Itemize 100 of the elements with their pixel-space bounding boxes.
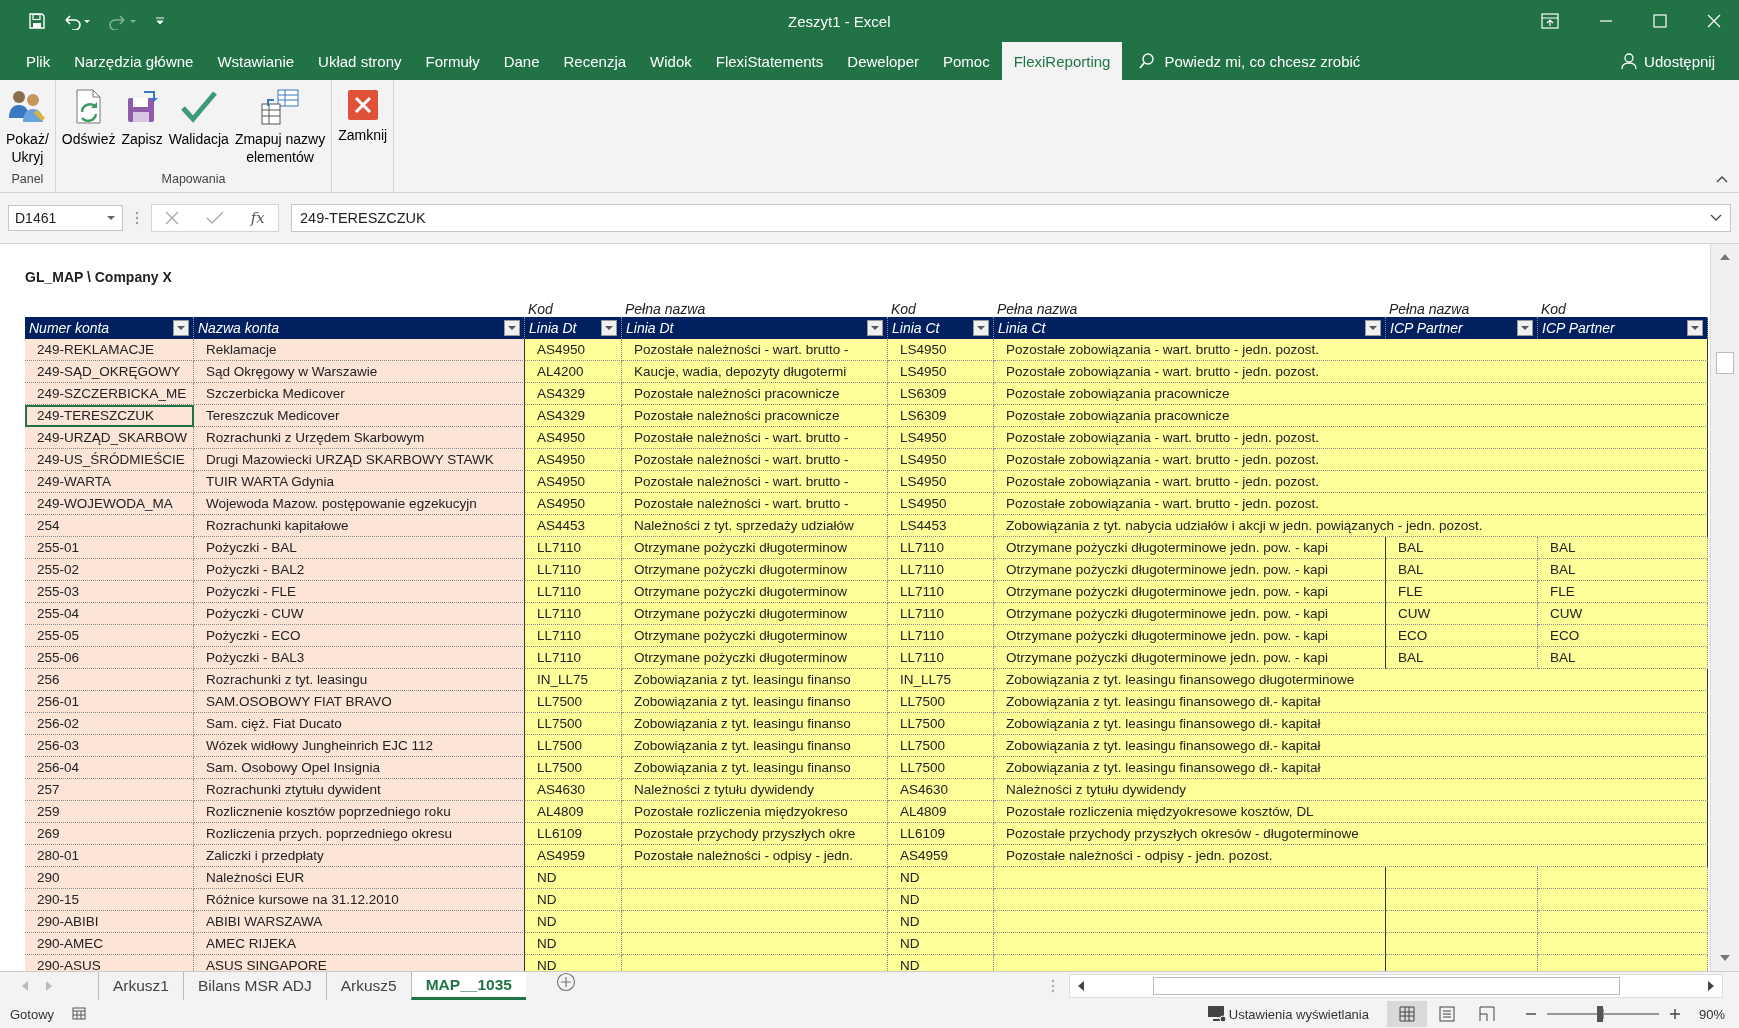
table-cell: Zobowiązania z tyt. leasingu finansowego dł.- kapitał [994, 713, 1708, 735]
table-cell: AS4950 [525, 449, 622, 471]
table-cell: AL4200 [525, 361, 622, 383]
table-cell: Zobowiązania z tyt. leasingu finansowego dł.- kapitał [994, 757, 1708, 779]
table-cell: Drugi Mazowiecki URZĄD SKARBOWY STAWK [194, 449, 525, 471]
column-header: ICP Partner [1386, 317, 1538, 339]
table-cell: 256-01 [25, 691, 194, 713]
ribbon-display-options-icon[interactable] [1541, 13, 1559, 29]
ribbon-tab[interactable]: Widok [638, 42, 704, 80]
ribbon-tab[interactable]: Układ strony [306, 42, 414, 80]
horizontal-scrollbar[interactable] [1069, 974, 1723, 998]
table-cell: 249-SZCZERBICKA_ME [25, 383, 194, 405]
column-group-label: Pełna nazwa [1389, 301, 1470, 317]
table-cell: Pozostałe przychody przyszłych okresów - długoterminowe [994, 823, 1708, 845]
macro-record-icon[interactable] [72, 1007, 89, 1021]
ribbon-tab[interactable]: Recenzja [551, 42, 639, 80]
table-cell: CUW [1386, 603, 1538, 625]
table-cell: 249-US_ŚRÓDMIEŚCIE [25, 449, 194, 471]
table-cell: AS4950 [525, 493, 622, 515]
filter-button[interactable] [1517, 320, 1533, 336]
ribbon-button[interactable]: Pokaż/ Ukryj [3, 84, 52, 172]
filter-button[interactable] [173, 320, 189, 336]
table-cell: Rozrachunki ztytułu dywident [194, 779, 525, 801]
column-group-label: Kod [1541, 301, 1566, 317]
dropdown-icon[interactable] [106, 214, 116, 222]
close-icon[interactable] [1707, 14, 1721, 28]
sheet-tab[interactable]: MAP__1035 [410, 972, 526, 1000]
ribbon-tab[interactable]: Dane [491, 42, 552, 80]
ribbon-button[interactable]: Odśwież [58, 84, 119, 172]
tell-me-search[interactable]: Powiedz mi, co chcesz zrobić [1164, 52, 1361, 70]
table-cell: SAM.OSOBOWY FIAT BRAVO [194, 691, 525, 713]
table-cell: Rozrachunki z Urzędem Skarbowym [194, 427, 525, 449]
scrollbar-thumb[interactable] [1716, 352, 1734, 374]
table-cell: AS4950 [525, 427, 622, 449]
column-group-label: Kod [891, 301, 916, 317]
table-cell: Tereszczuk Medicover [194, 405, 525, 427]
ribbon-tab[interactable]: FlexiStatements [703, 42, 836, 80]
filter-button[interactable] [504, 320, 520, 336]
undo-icon[interactable] [62, 12, 92, 30]
scroll-down-icon[interactable] [1719, 953, 1731, 963]
insert-function-button[interactable]: fx [250, 209, 265, 227]
ribbon-button[interactable]: Zmapuj nazwy elementów [231, 84, 329, 172]
ribbon-tab[interactable]: Plik [14, 42, 63, 80]
zoom-level[interactable]: 90% [1698, 1006, 1725, 1022]
table-cell: LS4950 [888, 449, 994, 471]
table-cell: Pozostałe należności - odpisy - jedn. [622, 845, 888, 867]
scroll-up-icon[interactable] [1719, 252, 1731, 262]
save-icon[interactable] [28, 12, 46, 30]
ribbon-tab[interactable]: Formuły [413, 42, 492, 80]
table-cell: AS4630 [525, 779, 622, 801]
scroll-left-icon[interactable] [1076, 980, 1086, 992]
column-header: Linia Dt [622, 317, 888, 339]
filter-button[interactable] [973, 320, 989, 336]
filter-button[interactable] [867, 320, 883, 336]
table-cell: Pożyczki - ECO [194, 625, 525, 647]
table-cell: Pozostałe należności - odpisy - jedn. pozost. [994, 845, 1708, 867]
table-cell: LL7500 [525, 691, 622, 713]
ribbon-button[interactable]: Zapisz [118, 84, 166, 172]
formula-input[interactable]: 249-TERESZCZUK [291, 204, 1731, 232]
name-box[interactable]: D1461 [8, 205, 123, 231]
table-cell: AS4950 [525, 339, 622, 361]
search-icon[interactable] [1138, 52, 1157, 70]
maximize-icon[interactable] [1653, 14, 1667, 28]
table-cell: Pożyczki - BAL [194, 537, 525, 559]
scroll-right-icon[interactable] [1706, 980, 1716, 992]
ribbon-tab[interactable]: Deweloper [835, 42, 931, 80]
add-sheet-icon[interactable] [555, 972, 576, 992]
table-cell: LL7110 [888, 603, 994, 625]
table-cell: Należności z tytułu dywidendy [622, 779, 888, 801]
zoom-slider[interactable] [1596, 1006, 1603, 1022]
table-cell: Otrzymane pożyczki długoterminow [622, 581, 888, 603]
table-cell: Rozliczenia przych. poprzedniego okresu [194, 823, 525, 845]
ribbon-tab[interactable]: FlexiReporting [1001, 42, 1123, 80]
person-icon[interactable] [1620, 52, 1639, 70]
column-header: Nazwa konta [194, 317, 525, 339]
ribbon-button[interactable]: Walidacja [165, 84, 232, 172]
ribbon-tab[interactable]: Wstawianie [205, 42, 307, 80]
share-button[interactable]: Udostępnij [1644, 52, 1715, 70]
table-cell: 290 [25, 867, 194, 889]
zoom-in-icon[interactable] [1668, 1008, 1681, 1020]
filter-button[interactable] [1365, 320, 1381, 336]
column-group-label: Pełna nazwa [625, 301, 706, 317]
table-cell: LL7110 [888, 581, 994, 603]
table-cell: ND [888, 933, 994, 955]
display-settings-button[interactable]: Ustawienia wyświetlania [1206, 1005, 1369, 1023]
normal-view-icon[interactable] [1386, 1001, 1427, 1027]
filter-button[interactable] [601, 320, 617, 336]
ribbon-tab[interactable]: Pomoc [931, 42, 1002, 80]
table-cell: Zobowiązania z tyt. leasingu finanso [622, 757, 888, 779]
collapse-ribbon-icon[interactable] [1715, 174, 1729, 184]
table-cell: ND [888, 867, 994, 889]
table-cell: 290-ASUS [25, 955, 194, 971]
filter-button[interactable] [1687, 320, 1703, 336]
expand-icon[interactable] [1710, 214, 1722, 222]
table-cell: Sam. cięż. Fiat Ducato [194, 713, 525, 735]
table-cell: 280-01 [25, 845, 194, 867]
ribbon-button[interactable]: Zamknij [335, 84, 391, 192]
table-cell: Pozostałe zobowiązania pracownicze [994, 405, 1708, 427]
table-cell: CUW [1538, 603, 1708, 625]
ribbon-tab[interactable]: Narzędzia główne [62, 42, 206, 80]
